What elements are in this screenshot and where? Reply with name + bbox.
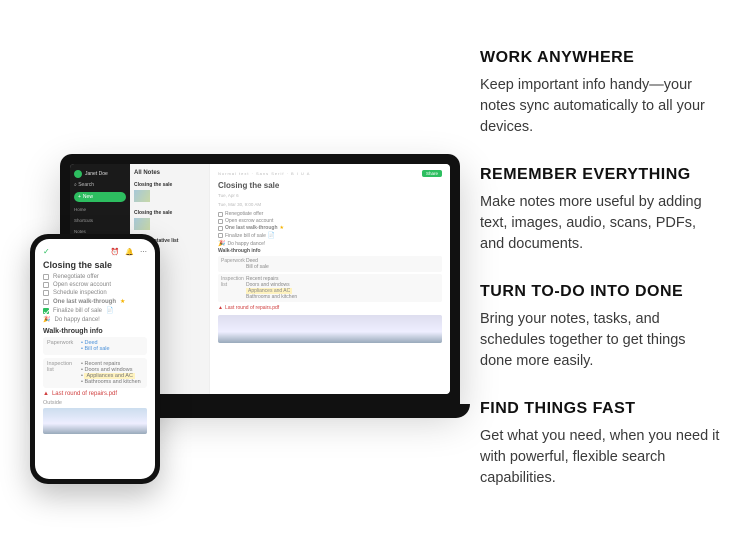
pdf-icon: ▲: [43, 391, 49, 397]
avatar: [74, 170, 82, 178]
phone-top-bar: ✓ ⏰ 🔔 ⋯: [43, 247, 147, 256]
back-check-icon: ✓: [43, 247, 50, 256]
section-heading: Walk-through info: [43, 328, 147, 335]
feature-body: Keep important info handy—your notes syn…: [480, 75, 721, 138]
task-row: Renegotiate offer: [43, 274, 147, 280]
reminder-icon: ⏰: [111, 248, 120, 256]
attachment-row: ▲Last round of repairs.pdf: [218, 305, 442, 311]
info-label: Paperwork: [47, 340, 77, 352]
feature-heading: WORK ANYWHERE: [480, 49, 721, 67]
share-button: Share: [422, 170, 442, 177]
image-caption: Outside: [43, 400, 147, 406]
user-name: Janet Doe: [85, 171, 108, 177]
task-row: Schedule inspection: [43, 290, 147, 296]
checkbox-icon: [43, 290, 49, 296]
checkbox-icon: [218, 219, 223, 224]
info-label: Inspection list: [221, 276, 243, 300]
info-block: Paperwork Deed Bill of sale: [43, 337, 147, 355]
thumbnail: [134, 218, 150, 230]
section-heading: Walk-through info: [218, 248, 442, 254]
created-date: Tue, Apr 6: [218, 193, 239, 198]
page-layout: Janet Doe ⌕ Search + New Home Shortcuts …: [0, 29, 751, 509]
thumbnail: [134, 190, 150, 202]
task-row: Finalize bill of sale 📄: [43, 307, 147, 314]
feature-column: WORK ANYWHERE Keep important info handy—…: [480, 49, 731, 489]
task-row: Finalize bill of sale 📄: [218, 232, 442, 239]
task-row: Open escrow account: [43, 282, 147, 288]
nav-home: Home: [74, 206, 126, 213]
task-row: Open escrow account: [218, 218, 442, 224]
note-title: Closing the sale: [43, 260, 147, 270]
star-icon: ★: [280, 225, 284, 231]
editor-toolbar: Normal text · Sans Serif · B I U A Share: [218, 170, 442, 177]
feature-body: Get what you need, when you need it with…: [480, 426, 721, 489]
feature-remember-everything: REMEMBER EVERYTHING Make notes more usef…: [480, 166, 721, 255]
note-editor: Normal text · Sans Serif · B I U A Share…: [210, 164, 450, 394]
phone-mockup: ✓ ⏰ 🔔 ⋯ Closing the sale Renegotiate off…: [30, 234, 160, 484]
info-bullets: Recent repairs Doors and windows Applian…: [246, 276, 439, 300]
checkbox-icon: [43, 274, 49, 280]
task-row: One last walk-through ★: [43, 298, 147, 305]
nav-shortcuts: Shortcuts: [74, 217, 126, 224]
plus-icon: +: [78, 194, 81, 200]
checkbox-checked-icon: [43, 308, 49, 314]
checkbox-icon: [43, 282, 49, 288]
note-meta: Tue, Mar 30, 9:00 AM: [218, 202, 442, 207]
note-image: [43, 408, 147, 434]
note-meta: Tue, Apr 6: [218, 193, 442, 198]
feature-heading: FIND THINGS FAST: [480, 400, 721, 418]
note-image: [218, 315, 442, 343]
paper-emoji-icon: 📄: [268, 232, 275, 239]
task-row: 🎉Do happy dance!: [43, 316, 147, 323]
more-icon: ⋯: [140, 248, 147, 256]
bell-icon: 🔔: [125, 248, 134, 256]
device-mockups: Janet Doe ⌕ Search + New Home Shortcuts …: [20, 74, 450, 464]
top-icons: ⏰ 🔔 ⋯: [111, 248, 147, 256]
paper-emoji-icon: 📄: [106, 307, 113, 314]
phone-bezel: ✓ ⏰ 🔔 ⋯ Closing the sale Renegotiate off…: [30, 234, 160, 484]
format-controls: Normal text · Sans Serif · B I U A: [218, 171, 310, 176]
search-field: ⌕ Search: [74, 182, 126, 188]
info-label: Paperwork: [221, 258, 243, 270]
task-row: Renegotiate offer: [218, 211, 442, 217]
checkbox-icon: [43, 299, 49, 305]
note-list-heading: All Notes: [134, 170, 205, 176]
checkbox-icon: [218, 212, 223, 217]
info-block: Paperwork Deed Bill of sale: [218, 256, 442, 272]
feature-find-things-fast: FIND THINGS FAST Get what you need, when…: [480, 400, 721, 489]
reminder-date: Tue, Mar 30, 9:00 AM: [218, 202, 261, 207]
checkbox-icon: [218, 226, 223, 231]
feature-turn-to-do-into-done: TURN TO-DO INTO DONE Bring your notes, t…: [480, 283, 721, 372]
feature-body: Bring your notes, tasks, and schedules t…: [480, 309, 721, 372]
checkbox-icon: [218, 233, 223, 238]
user-badge: Janet Doe: [74, 170, 126, 178]
feature-heading: REMEMBER EVERYTHING: [480, 166, 721, 184]
party-emoji-icon: 🎉: [43, 316, 50, 323]
list-item: Closing the sale: [134, 210, 205, 232]
party-emoji-icon: 🎉: [218, 240, 225, 247]
attachment-row: ▲Last round of repairs.pdf: [43, 391, 147, 397]
new-note-button: + New: [74, 192, 126, 202]
list-item: Closing the sale: [134, 182, 205, 204]
pdf-icon: ▲: [218, 305, 223, 311]
phone-screen: ✓ ⏰ 🔔 ⋯ Closing the sale Renegotiate off…: [35, 239, 155, 479]
task-row: 🎉Do happy dance!: [218, 240, 442, 247]
star-icon: ★: [120, 298, 125, 305]
feature-body: Make notes more useful by adding text, i…: [480, 192, 721, 255]
info-bullets: Deed Bill of sale: [246, 258, 439, 270]
info-block: Inspection list Recent repairs Doors and…: [43, 358, 147, 388]
info-bullets: Recent repairs Doors and windows Applian…: [81, 361, 143, 385]
task-row: One last walk-through★: [218, 225, 442, 231]
info-label: Inspection list: [47, 361, 77, 385]
search-icon: ⌕: [74, 182, 77, 188]
feature-work-anywhere: WORK ANYWHERE Keep important info handy—…: [480, 49, 721, 138]
note-title: Closing the sale: [218, 181, 442, 190]
info-block: Inspection list Recent repairs Doors and…: [218, 274, 442, 302]
feature-heading: TURN TO-DO INTO DONE: [480, 283, 721, 301]
info-bullets: Deed Bill of sale: [81, 340, 143, 352]
